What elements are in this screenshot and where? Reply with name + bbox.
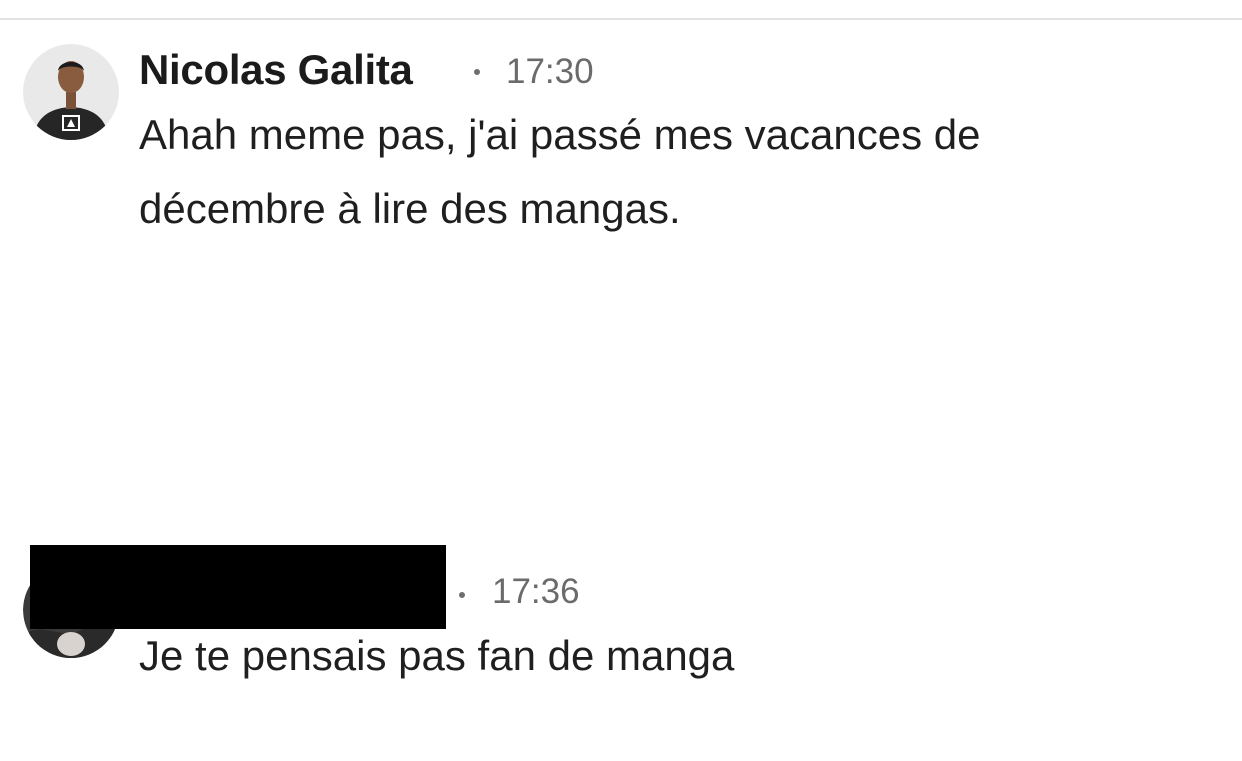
sender-name[interactable]: Nicolas Galita <box>139 46 413 94</box>
message-text-line: décembre à lire des mangas. <box>139 185 681 232</box>
redacted-sender-name <box>30 545 446 629</box>
separator-dot <box>474 69 480 75</box>
message-time: 17:36 <box>492 572 580 611</box>
top-divider <box>0 18 1242 20</box>
message-text-line: Ahah meme pas, j'ai passé mes vacances d… <box>139 111 981 158</box>
message-time: 17:30 <box>506 52 594 91</box>
message-text-line: Je te pensais pas fan de manga <box>139 632 735 679</box>
separator-dot <box>459 592 465 598</box>
avatar[interactable] <box>23 44 119 140</box>
